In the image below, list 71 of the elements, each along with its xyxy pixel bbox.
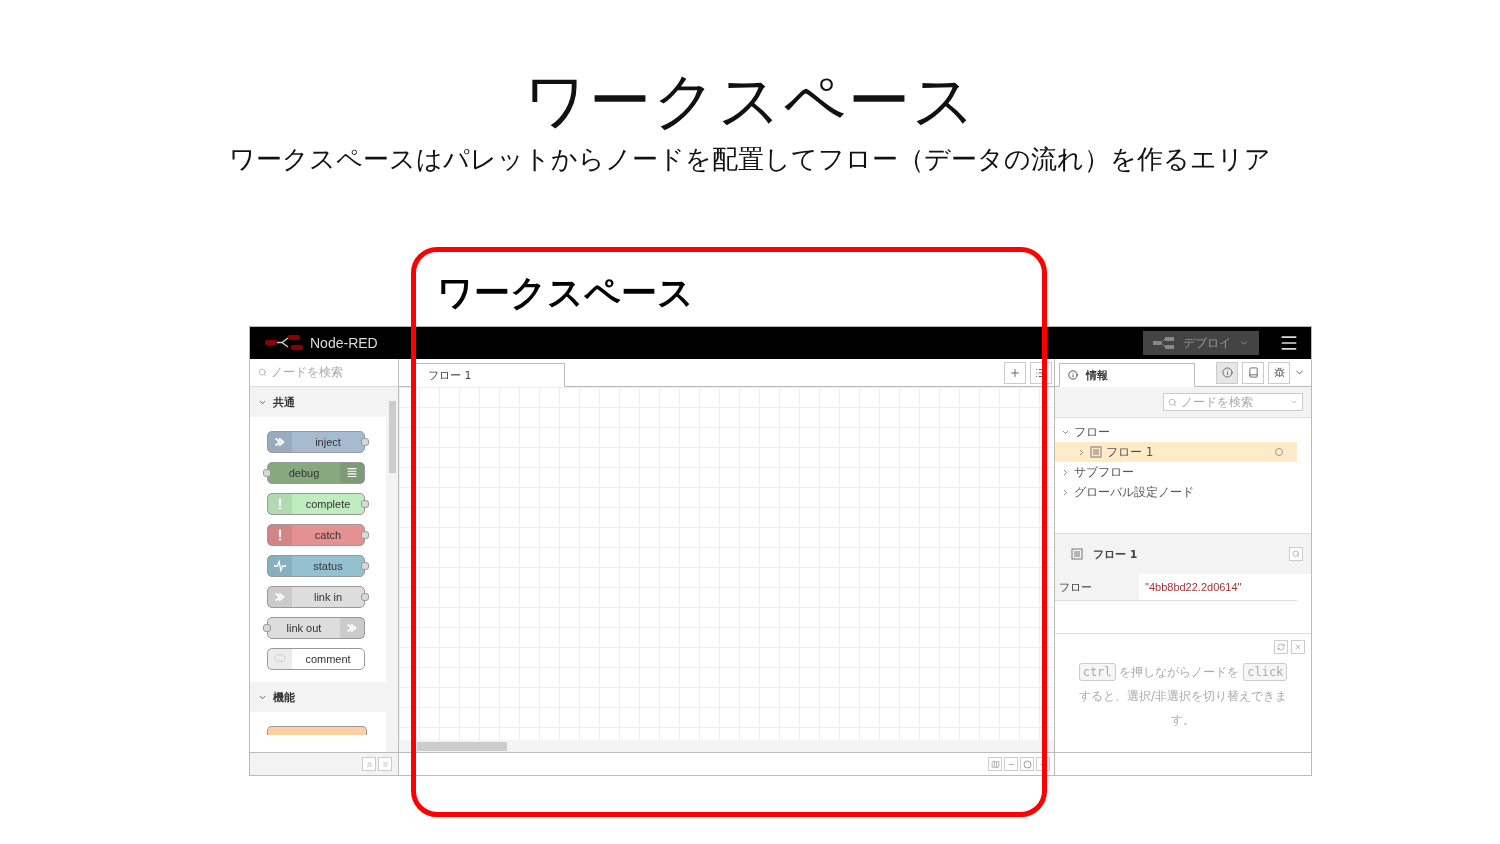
input-port bbox=[263, 469, 271, 477]
search-icon bbox=[1168, 397, 1177, 407]
bug-icon bbox=[1273, 367, 1285, 378]
map-icon bbox=[990, 759, 1000, 769]
property-key: フロー bbox=[1055, 574, 1139, 600]
property-value: "4bb8bd22.2d0614" bbox=[1144, 581, 1242, 593]
menu-icon[interactable] bbox=[1279, 333, 1299, 353]
category-header[interactable]: 機能 bbox=[250, 682, 386, 712]
palette-node[interactable]: comment bbox=[267, 648, 365, 670]
arrow-icon bbox=[273, 590, 287, 604]
search-icon bbox=[1292, 550, 1300, 558]
tree-label: フロー bbox=[1074, 423, 1110, 441]
tree-item[interactable]: フロー bbox=[1055, 422, 1297, 442]
pulse-icon bbox=[273, 559, 287, 573]
category-label: 共通 bbox=[273, 394, 295, 410]
caret-icon bbox=[1290, 398, 1298, 406]
arrow-icon bbox=[345, 621, 359, 635]
book-icon bbox=[1247, 367, 1259, 378]
collapse-all-button[interactable] bbox=[362, 757, 376, 771]
deploy-icon bbox=[1153, 337, 1175, 349]
caret-icon bbox=[1239, 338, 1249, 348]
info-title: フロー 1 bbox=[1093, 546, 1138, 562]
brand-name: Node-RED bbox=[310, 335, 378, 351]
add-tab-button[interactable] bbox=[1004, 361, 1026, 384]
slide-subtitle: ワークスペースはパレットからノードを配置してフロー（データの流れ）を作るエリア bbox=[229, 143, 1271, 176]
debug-tab-button[interactable] bbox=[1268, 361, 1290, 384]
zoom-reset-button[interactable] bbox=[1020, 757, 1034, 771]
double-chevron-up-icon bbox=[364, 759, 374, 769]
tree-item[interactable]: グローバル設定ノード bbox=[1055, 482, 1297, 502]
tree-label: フロー 1 bbox=[1106, 443, 1154, 461]
info-icon bbox=[1068, 370, 1078, 380]
info-tab-button[interactable] bbox=[1216, 361, 1238, 384]
list-icon bbox=[345, 466, 359, 480]
palette-node[interactable] bbox=[267, 726, 367, 735]
map-button[interactable] bbox=[988, 757, 1002, 771]
tree-item[interactable]: サブフロー bbox=[1055, 462, 1297, 482]
output-port bbox=[361, 562, 369, 570]
double-chevron-down-icon bbox=[380, 759, 390, 769]
output-port bbox=[361, 593, 369, 601]
zoom-out-button[interactable] bbox=[1004, 757, 1018, 771]
circle-icon bbox=[1022, 759, 1032, 769]
search-button[interactable] bbox=[1289, 547, 1303, 561]
expand-all-button[interactable] bbox=[378, 757, 392, 771]
arrow-icon bbox=[273, 435, 287, 449]
slide-title: ワークスペース bbox=[523, 63, 977, 139]
tree-label: グローバル設定ノード bbox=[1074, 483, 1194, 501]
tree-item[interactable]: フロー 1 bbox=[1055, 442, 1297, 462]
info-icon bbox=[1221, 367, 1233, 378]
help-tab-button[interactable] bbox=[1242, 361, 1264, 384]
sidebar-tab[interactable]: 情報 bbox=[1059, 363, 1195, 387]
tip-text: ctrl を押しながらノードを click すると、選択/非選択を切り替えできます。 bbox=[1077, 662, 1289, 729]
flow-icon bbox=[1090, 446, 1102, 458]
highlight-label: ワークスペース bbox=[437, 271, 694, 315]
search-icon bbox=[258, 368, 267, 377]
category-label: 機能 bbox=[273, 689, 295, 705]
output-port bbox=[361, 438, 369, 446]
logo-icon bbox=[264, 335, 304, 351]
output-port bbox=[361, 500, 369, 508]
output-port bbox=[361, 531, 369, 539]
input-port bbox=[263, 624, 271, 632]
category-header[interactable]: 共通 bbox=[250, 387, 386, 417]
tree-label: サブフロー bbox=[1074, 463, 1134, 481]
plus-icon bbox=[1009, 366, 1021, 379]
refresh-button[interactable] bbox=[1274, 640, 1288, 654]
deploy-button[interactable]: デプロイ bbox=[1143, 331, 1259, 355]
refresh-icon bbox=[1277, 643, 1285, 651]
flow-tab[interactable]: フロー 1 bbox=[413, 363, 565, 387]
scrollbar[interactable] bbox=[399, 740, 1054, 752]
flow-icon bbox=[1071, 548, 1083, 560]
close-icon bbox=[1294, 643, 1302, 651]
close-button[interactable] bbox=[1291, 640, 1305, 654]
